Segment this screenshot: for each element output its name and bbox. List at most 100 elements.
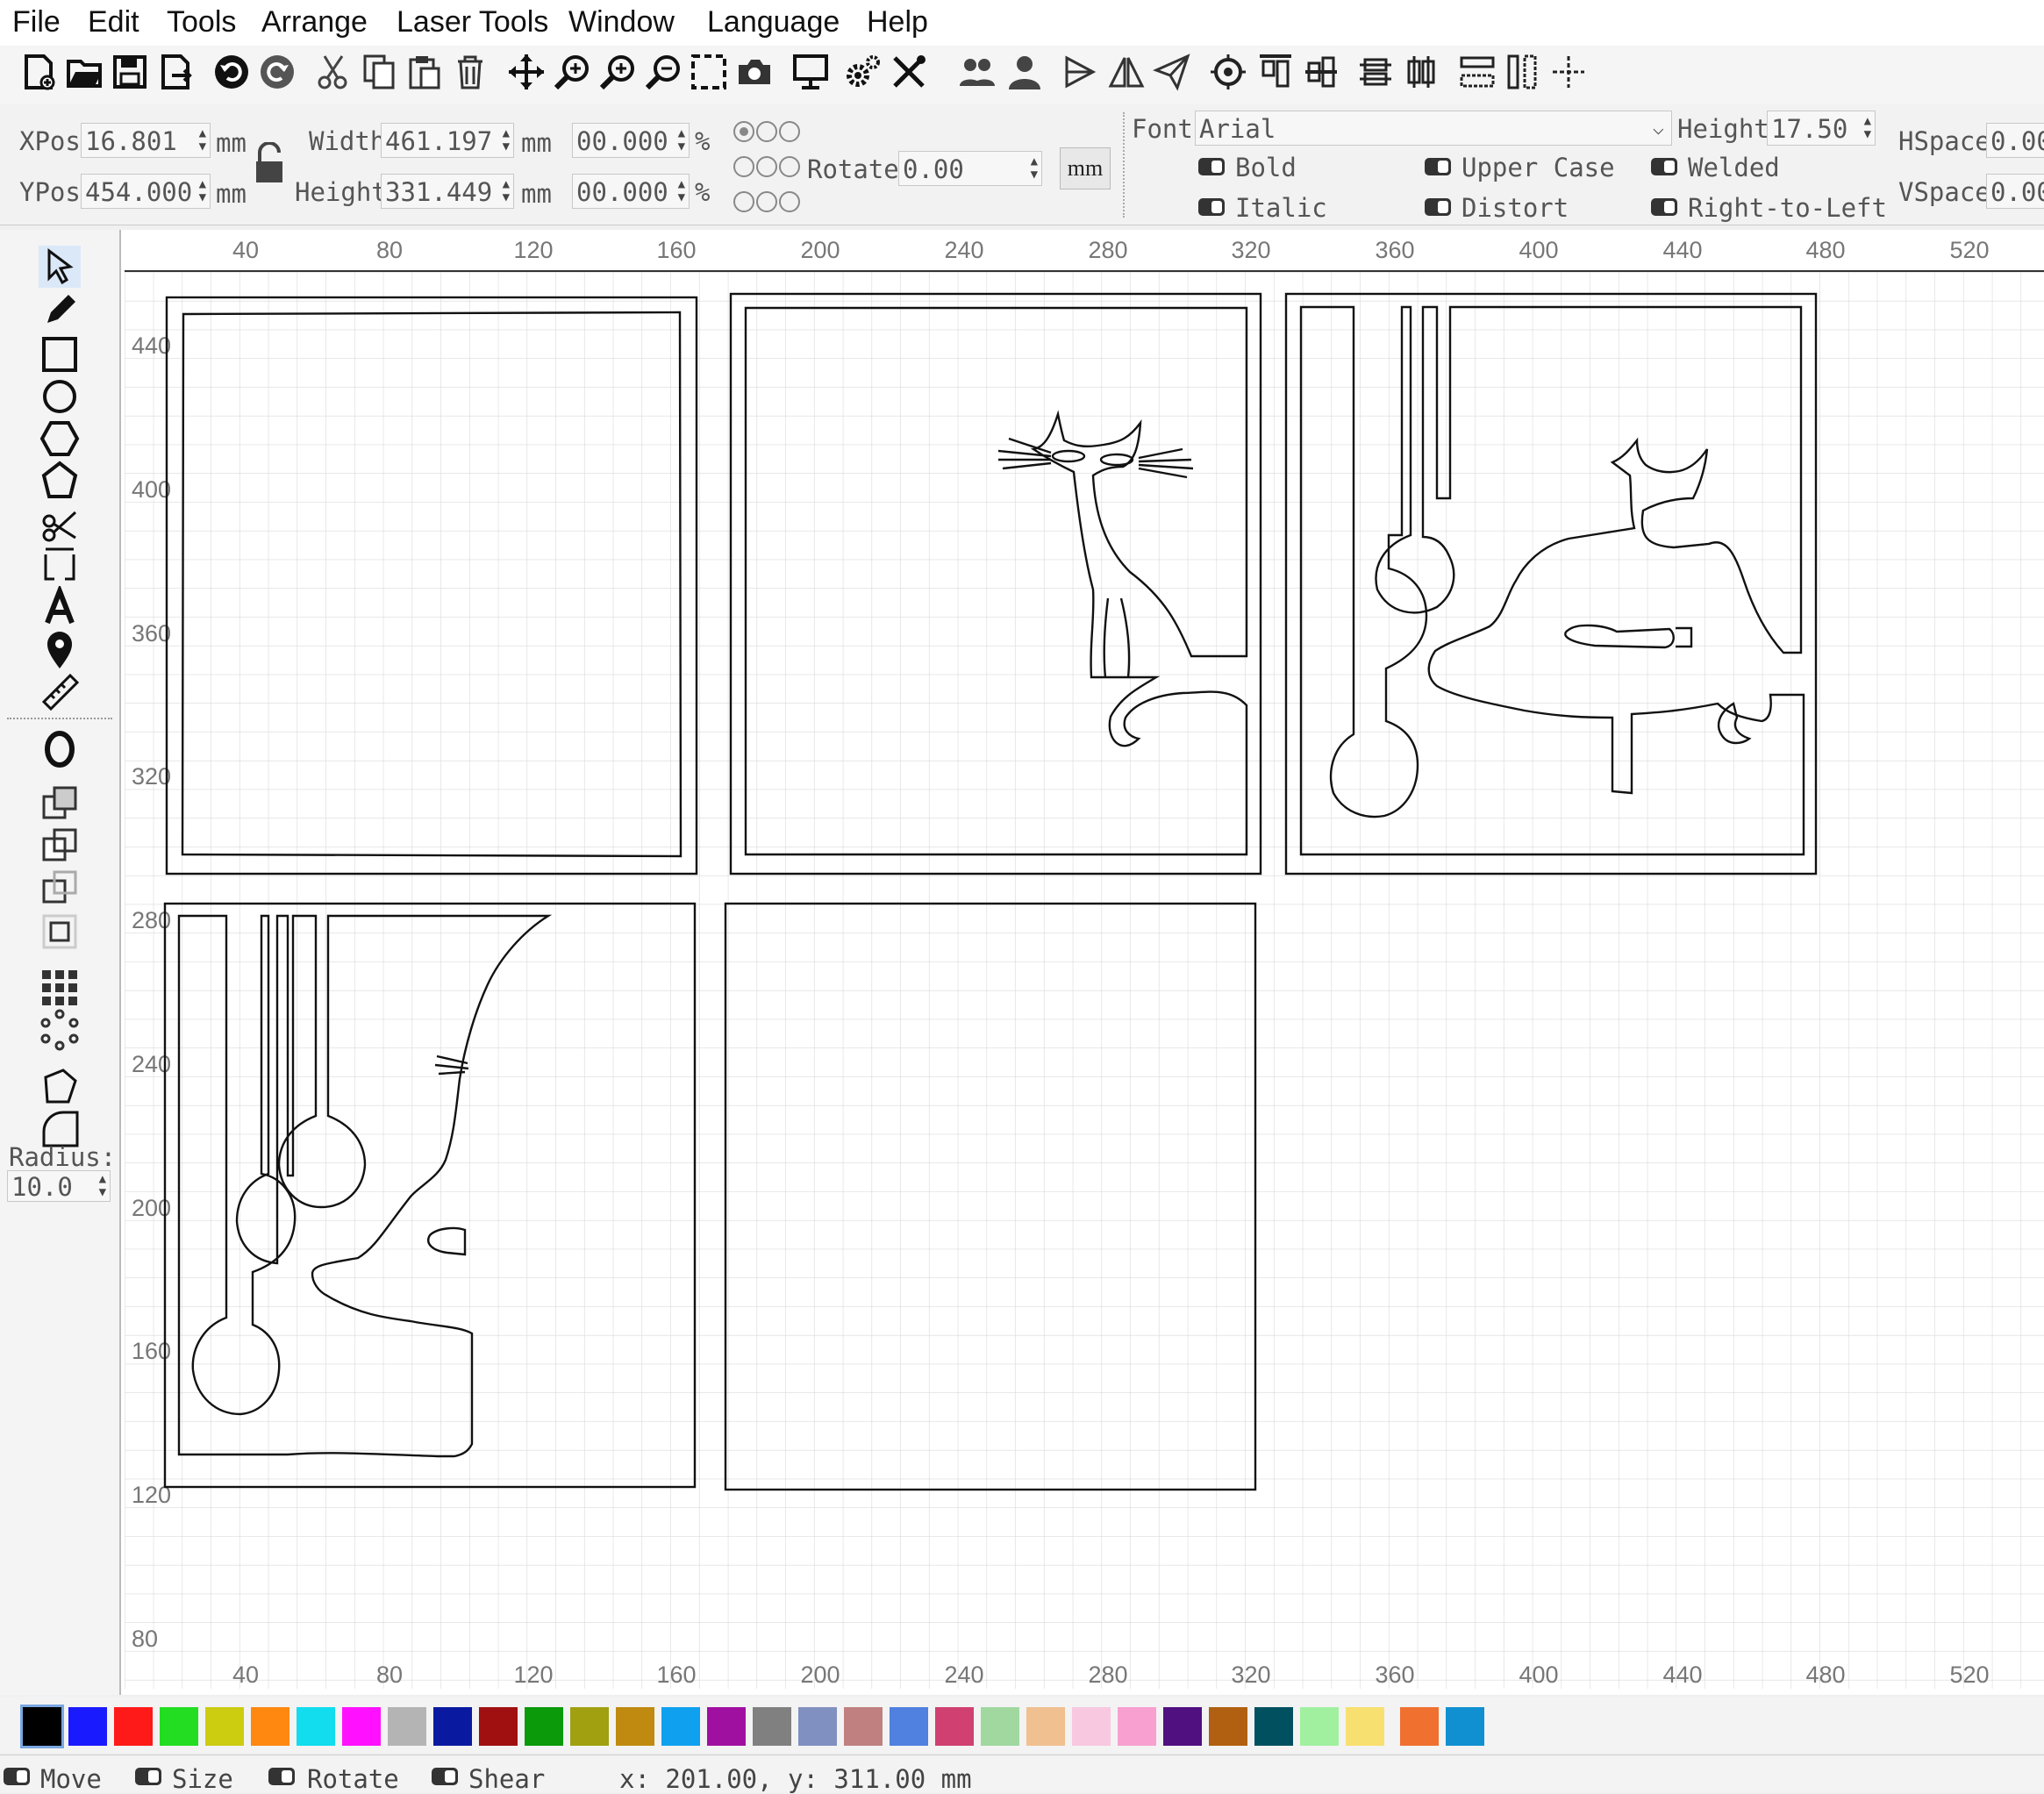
color-swatch[interactable] bbox=[297, 1707, 335, 1746]
distribute-horizontal-icon[interactable] bbox=[1356, 53, 1395, 91]
height-field[interactable]: 331.449 ▲ ▼ bbox=[381, 174, 514, 209]
text-tool-icon[interactable] bbox=[39, 586, 81, 628]
open-folder-icon[interactable] bbox=[65, 53, 104, 91]
flip-icon[interactable] bbox=[1061, 53, 1100, 91]
zoom-selection-icon[interactable] bbox=[690, 53, 728, 91]
zoom-fit-icon[interactable] bbox=[598, 53, 637, 91]
xpos-spinner-icon[interactable]: ▲ ▼ bbox=[199, 127, 206, 154]
color-swatch[interactable] bbox=[1118, 1707, 1156, 1746]
design-canvas[interactable]: 40 80 120 160 200 240 280 320 360 400 44… bbox=[121, 230, 2044, 1695]
pentagon-icon[interactable] bbox=[39, 460, 81, 502]
position-pin-icon[interactable] bbox=[39, 628, 81, 670]
boolean-exclude-icon[interactable] bbox=[39, 911, 81, 953]
color-swatch[interactable] bbox=[525, 1707, 563, 1746]
circular-array-icon[interactable] bbox=[39, 1009, 81, 1051]
copy-icon[interactable] bbox=[360, 53, 398, 91]
lock-icon[interactable] bbox=[253, 142, 286, 186]
color-swatch[interactable] bbox=[68, 1707, 107, 1746]
boolean-intersect-icon[interactable] bbox=[39, 868, 81, 911]
bold-toggle[interactable] bbox=[1198, 158, 1225, 175]
settings-gear-icon[interactable] bbox=[844, 53, 883, 91]
color-swatch[interactable] bbox=[205, 1707, 244, 1746]
color-swatch[interactable] bbox=[570, 1707, 609, 1746]
color-swatch[interactable] bbox=[1446, 1707, 1484, 1746]
menu-laser-tools[interactable]: Laser Tools bbox=[397, 5, 548, 39]
camera-icon[interactable] bbox=[735, 53, 774, 91]
hspace-field[interactable]: 0.00 bbox=[1986, 123, 2044, 158]
zoom-in-icon[interactable] bbox=[553, 53, 591, 91]
color-swatch[interactable] bbox=[1346, 1707, 1384, 1746]
mirror-icon[interactable] bbox=[1107, 53, 1146, 91]
users-icon[interactable] bbox=[958, 53, 997, 91]
menu-help[interactable]: Help bbox=[867, 5, 928, 39]
ellipse-icon[interactable] bbox=[39, 375, 81, 418]
align-center-icon[interactable] bbox=[1302, 53, 1340, 91]
target-icon[interactable] bbox=[1209, 53, 1247, 91]
color-swatch[interactable] bbox=[1209, 1707, 1247, 1746]
vspace-field[interactable]: 0.00 bbox=[1986, 174, 2044, 209]
text-height-field[interactable]: 17.50 ▲ ▼ bbox=[1767, 111, 1876, 146]
select-arrow-icon[interactable] bbox=[39, 246, 81, 288]
size-toggle[interactable] bbox=[135, 1768, 161, 1785]
text-height-spinner-icon[interactable]: ▲ ▼ bbox=[1864, 115, 1871, 141]
shear-toggle[interactable] bbox=[432, 1768, 458, 1785]
save-icon[interactable] bbox=[111, 53, 149, 91]
user-icon[interactable] bbox=[1005, 53, 1044, 91]
height-spinner-icon[interactable]: ▲ ▼ bbox=[503, 178, 510, 204]
rtl-toggle[interactable] bbox=[1651, 198, 1677, 216]
rotate-spinner-icon[interactable]: ▲ ▼ bbox=[1031, 155, 1038, 182]
color-swatch[interactable] bbox=[114, 1707, 153, 1746]
undo-icon[interactable] bbox=[212, 53, 251, 91]
color-swatch[interactable] bbox=[798, 1707, 837, 1746]
color-swatch[interactable] bbox=[1026, 1707, 1065, 1746]
monitor-icon[interactable] bbox=[791, 53, 830, 91]
color-swatch[interactable] bbox=[1072, 1707, 1111, 1746]
color-swatch[interactable] bbox=[844, 1707, 883, 1746]
rotate-toggle[interactable] bbox=[268, 1768, 295, 1785]
distort-toggle[interactable] bbox=[1425, 198, 1451, 216]
color-swatch[interactable] bbox=[981, 1707, 1019, 1746]
radius-field[interactable]: 10.0 ▲ ▼ bbox=[7, 1170, 111, 1202]
radius-spinner-icon[interactable]: ▲ ▼ bbox=[99, 1173, 106, 1199]
unit-toggle-button[interactable]: mm bbox=[1060, 147, 1111, 189]
scale-y-field[interactable]: 00.000 ▲ ▼ bbox=[572, 174, 690, 209]
boolean-union-icon[interactable] bbox=[39, 784, 81, 826]
color-swatch[interactable] bbox=[1163, 1707, 1202, 1746]
align-top-icon[interactable] bbox=[1256, 53, 1295, 91]
color-swatch[interactable] bbox=[251, 1707, 289, 1746]
offset-bracket-icon[interactable] bbox=[39, 544, 81, 586]
color-swatch[interactable] bbox=[342, 1707, 381, 1746]
move-icon[interactable] bbox=[507, 53, 546, 91]
color-swatch[interactable] bbox=[388, 1707, 426, 1746]
anchor-grid-icon[interactable] bbox=[732, 118, 802, 221]
color-swatch[interactable] bbox=[433, 1707, 472, 1746]
color-swatch[interactable] bbox=[1254, 1707, 1293, 1746]
offset-ring-icon[interactable] bbox=[39, 728, 81, 770]
width-field[interactable]: 461.197 ▲ ▼ bbox=[381, 123, 514, 158]
scissors-icon[interactable] bbox=[39, 502, 81, 544]
same-width-icon[interactable] bbox=[1458, 53, 1497, 91]
distribute-vertical-icon[interactable] bbox=[1402, 53, 1440, 91]
color-swatch[interactable] bbox=[1400, 1707, 1439, 1746]
menu-window[interactable]: Window bbox=[568, 5, 675, 39]
edit-nodes-icon[interactable] bbox=[39, 1065, 81, 1107]
color-swatch[interactable] bbox=[890, 1707, 928, 1746]
pencil-icon[interactable] bbox=[39, 289, 81, 332]
scale-y-spinner-icon[interactable]: ▲ ▼ bbox=[678, 178, 685, 204]
ypos-spinner-icon[interactable]: ▲ ▼ bbox=[199, 178, 206, 204]
redo-icon[interactable] bbox=[258, 53, 297, 91]
rotate-field[interactable]: 0.00 ▲ ▼ bbox=[898, 151, 1042, 186]
export-icon[interactable] bbox=[156, 53, 195, 91]
menu-file[interactable]: File bbox=[12, 5, 61, 39]
color-swatch[interactable] bbox=[160, 1707, 198, 1746]
rectangle-icon[interactable] bbox=[39, 333, 81, 375]
color-swatch[interactable] bbox=[20, 1705, 64, 1748]
color-swatch[interactable] bbox=[479, 1707, 518, 1746]
new-file-icon[interactable] bbox=[19, 53, 58, 91]
scale-x-field[interactable]: 00.000 ▲ ▼ bbox=[572, 123, 690, 158]
upper-case-toggle[interactable] bbox=[1425, 158, 1451, 175]
color-swatch[interactable] bbox=[935, 1707, 974, 1746]
menu-edit[interactable]: Edit bbox=[88, 5, 139, 39]
boolean-subtract-icon[interactable] bbox=[39, 826, 81, 868]
send-icon[interactable] bbox=[1153, 53, 1191, 91]
